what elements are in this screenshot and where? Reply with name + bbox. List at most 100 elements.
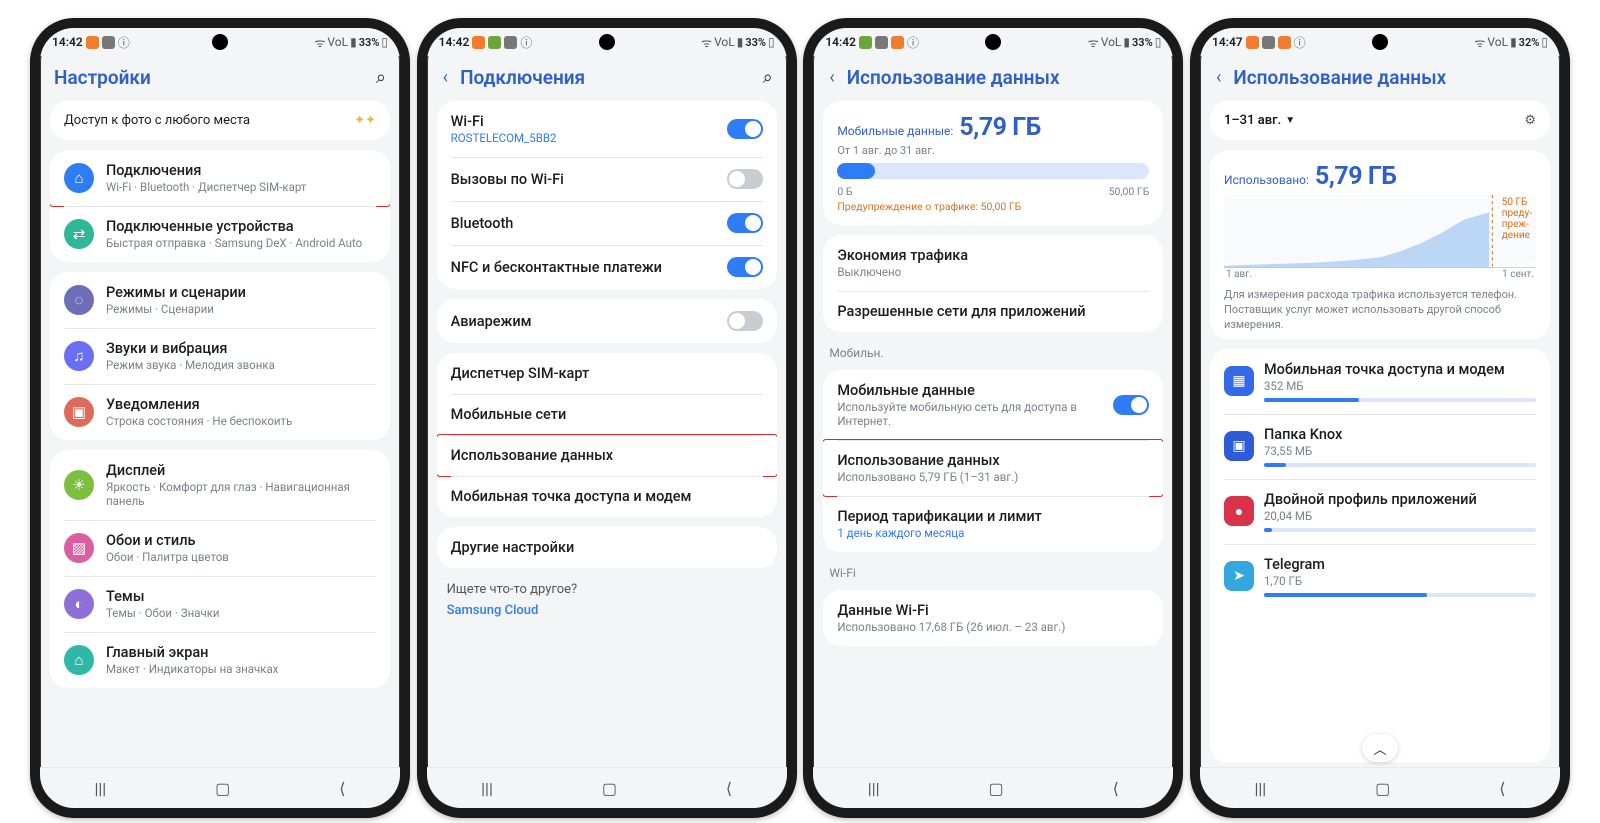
status-battery: 33% — [745, 36, 766, 49]
row-title: Подключения — [106, 162, 376, 179]
signal-icon: ▮ — [737, 35, 744, 49]
app-usage-row[interactable]: ➤ Telegram 1,70 ГБ — [1210, 544, 1550, 609]
list-row[interactable]: Bluetooth — [437, 201, 777, 245]
tray-icon: ⓘ — [520, 34, 532, 51]
app-name: Двойной профиль приложений — [1264, 491, 1536, 508]
list-row[interactable]: NFC и бесконтактные платежи — [437, 245, 777, 289]
nav-home[interactable]: ▢ — [988, 779, 1003, 798]
search-icon[interactable]: ⌕ — [763, 67, 773, 88]
row-title: Темы — [106, 588, 376, 605]
nav-back[interactable]: ⟨ — [1499, 779, 1505, 798]
app-usage-row[interactable]: ▣ Папка Knox 73,55 МБ — [1210, 414, 1550, 479]
row-subtitle: Режим звука · Мелодия звонка — [106, 358, 376, 372]
row-title: Звуки и вибрация — [106, 340, 376, 357]
list-row[interactable]: Данные Wi-FiИспользовано 17,68 ГБ (26 ию… — [823, 590, 1163, 646]
tray-icon: ⓘ — [1294, 34, 1306, 51]
back-icon[interactable]: ‹ — [441, 67, 450, 88]
row-title: Уведомления — [106, 396, 376, 413]
gear-icon[interactable]: ⚙ — [1524, 113, 1536, 128]
status-bar: 14:42 ⓘ ᯤ VoL ▮ 33% ▯ — [40, 28, 400, 56]
back-icon[interactable]: ‹ — [1214, 67, 1223, 88]
search-icon[interactable]: ⌕ — [376, 67, 386, 88]
list-row[interactable]: Использование данныхИспользовано 5,79 ГБ… — [823, 439, 1163, 497]
usage-value: 5,79 ГБ — [959, 113, 1041, 142]
list-row[interactable]: Wi-FiROSTELECOM_5BB2 — [437, 101, 777, 157]
settings-row[interactable]: ⌂ Подключения Wi-Fi · Bluetooth · Диспет… — [50, 150, 390, 207]
status-bar: 14:47 ⓘ ᯤ VoL ▮ 32% ▯ — [1200, 28, 1560, 56]
signal-icon: ▮ — [350, 35, 357, 49]
sparkle-icon: ✦✦ — [354, 113, 376, 128]
row-icon: ▣ — [64, 397, 94, 427]
row-title: Вызовы по Wi-Fi — [451, 171, 727, 188]
list-row[interactable]: Период тарификации и лимит1 день каждого… — [823, 496, 1163, 552]
row-title: Дисплей — [106, 462, 376, 479]
back-icon[interactable]: ‹ — [827, 67, 836, 88]
tray-icon — [859, 36, 872, 49]
toggle[interactable] — [727, 213, 763, 233]
app-usage-row[interactable]: ● Двойной профиль приложений 20,04 МБ — [1210, 479, 1550, 544]
row-title: Мобильные данные — [837, 382, 1113, 399]
row-subtitle: Яркость · Комфорт для глаз · Навигационн… — [106, 480, 376, 508]
row-title: NFC и бесконтактные платежи — [451, 259, 727, 276]
phone-4-usage-detail: 14:47 ⓘ ᯤ VoL ▮ 32% ▯ ‹ Использование да… — [1190, 18, 1570, 818]
list-row[interactable]: Разрешенные сети для приложений — [823, 291, 1163, 332]
nav-recents[interactable]: ||| — [868, 779, 880, 798]
toggle[interactable] — [727, 119, 763, 139]
list-row[interactable]: Другие настройки — [437, 527, 777, 568]
list-row[interactable]: Мобильная точка доступа и модем — [437, 476, 777, 517]
row-icon: ⌂ — [64, 645, 94, 675]
period-selector[interactable]: 1–31 авг. ▼ — [1224, 113, 1295, 128]
toggle[interactable] — [727, 169, 763, 189]
nav-home[interactable]: ▢ — [1375, 779, 1390, 798]
nav-back[interactable]: ⟨ — [339, 779, 345, 798]
settings-row[interactable]: ☀ Дисплей Яркость · Комфорт для глаз · Н… — [50, 450, 390, 520]
usage-period: От 1 авг. до 31 авг. — [837, 144, 1149, 157]
section-wifi-label: Wi-Fi — [823, 562, 1163, 580]
settings-row[interactable]: ◌ Режимы и сценарии Режимы · Сценарии — [50, 272, 390, 328]
nav-back[interactable]: ⟨ — [1113, 779, 1119, 798]
nav-home[interactable]: ▢ — [602, 779, 617, 798]
settings-row[interactable]: ⌂ Главный экран Макет · Индикаторы на зн… — [50, 632, 390, 688]
status-battery: 33% — [1132, 36, 1153, 49]
list-row[interactable]: Мобильные данныеИспользуйте мобильную се… — [823, 370, 1163, 440]
toggle[interactable] — [727, 311, 763, 331]
list-row[interactable]: Вызовы по Wi-Fi — [437, 157, 777, 201]
toggle[interactable] — [1113, 395, 1149, 415]
row-title: Мобильные сети — [451, 406, 763, 423]
settings-row[interactable]: ▣ Уведомления Строка состояния · Не бесп… — [50, 384, 390, 440]
list-row[interactable]: Использование данных — [437, 434, 777, 477]
nav-home[interactable]: ▢ — [215, 779, 230, 798]
toggle[interactable] — [727, 257, 763, 277]
list-row[interactable]: Диспетчер SIM-карт — [437, 353, 777, 394]
battery-icon: ▯ — [381, 35, 388, 49]
promo-card[interactable]: Доступ к фото с любого места ✦✦ — [50, 101, 390, 140]
chart-axis-left: 1 авг. — [1226, 269, 1252, 280]
status-time: 14:42 — [52, 35, 83, 49]
tray-icon: ⓘ — [907, 34, 919, 51]
scroll-top-button[interactable]: ︿ — [1362, 734, 1398, 762]
settings-row[interactable]: ♫ Звуки и вибрация Режим звука · Мелодия… — [50, 328, 390, 384]
nav-recents[interactable]: ||| — [1254, 779, 1266, 798]
nav-recents[interactable]: ||| — [94, 779, 106, 798]
settings-row[interactable]: ⇄ Подключенные устройства Быстрая отправ… — [50, 206, 390, 262]
search-more-link[interactable]: Samsung Cloud — [447, 603, 767, 618]
row-subtitle: Режимы · Сценарии — [106, 302, 376, 316]
search-more-label: Ищете что-то другое? — [447, 582, 767, 597]
page-title: Подключения — [460, 66, 753, 89]
settings-row[interactable]: ◐ Темы Темы · Обои · Значки — [50, 576, 390, 632]
row-title: Мобильная точка доступа и модем — [451, 488, 763, 505]
row-subtitle: Использовано 5,79 ГБ (1–31 авг.) — [837, 470, 1149, 484]
list-row[interactable]: Авиарежим — [437, 299, 777, 343]
app-name: Мобильная точка доступа и модем — [1264, 361, 1536, 378]
nav-recents[interactable]: ||| — [481, 779, 493, 798]
app-bar — [1264, 463, 1536, 467]
nav-back[interactable]: ⟨ — [726, 779, 732, 798]
app-usage-row[interactable]: ▦ Мобильная точка доступа и модем 352 МБ — [1210, 349, 1550, 414]
wifi-icon: ᯤ — [314, 34, 325, 51]
list-row[interactable]: Экономия трафикаВыключено — [823, 235, 1163, 291]
list-row[interactable]: Мобильные сети — [437, 394, 777, 435]
row-title: Авиарежим — [451, 313, 727, 330]
usage-warning: Предупреждение о трафике: 50,00 ГБ — [837, 200, 1149, 213]
app-name: Telegram — [1264, 556, 1536, 573]
settings-row[interactable]: ▨ Обои и стиль Обои · Палитра цветов — [50, 520, 390, 576]
